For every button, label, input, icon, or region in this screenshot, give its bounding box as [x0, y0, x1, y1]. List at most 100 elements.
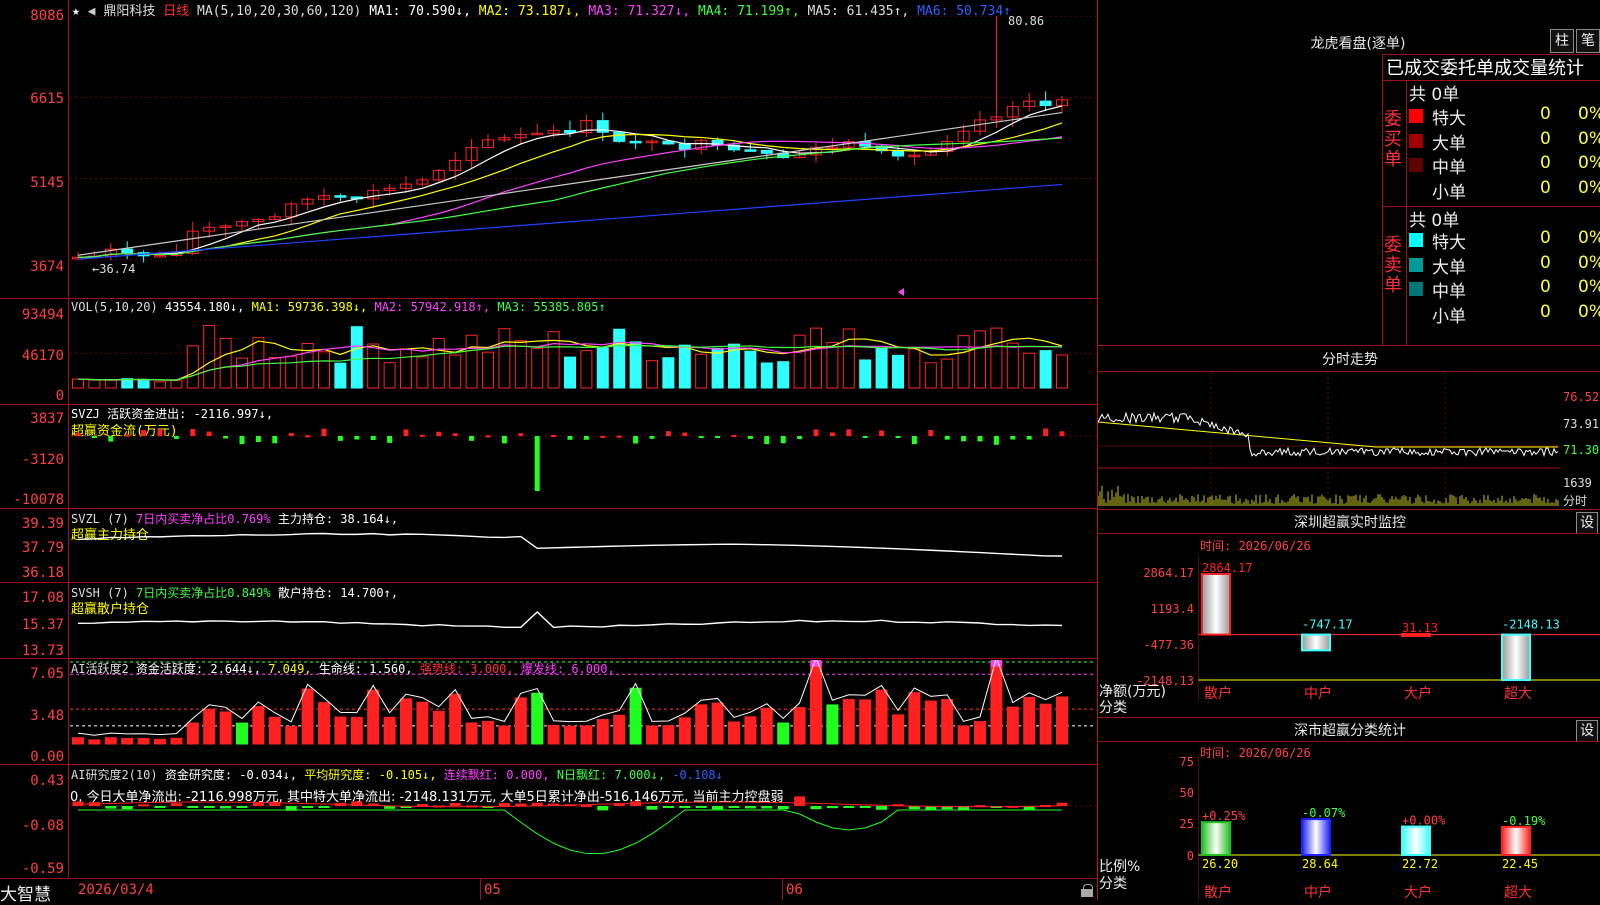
sz-stats-title: 深市超赢分类统计: [1294, 723, 1406, 739]
axis-divider: [68, 0, 69, 878]
active-bar: [252, 706, 265, 745]
color-swatch: [1409, 158, 1423, 172]
active-bar: [285, 725, 298, 745]
candle-body: [678, 143, 691, 150]
candle-body: [613, 131, 626, 142]
intraday-chart[interactable]: [1098, 372, 1560, 507]
bar-mode-button[interactable]: 柱: [1550, 29, 1574, 53]
active-bar: [400, 698, 412, 745]
vol-ma: MA3: 55385.805↑: [497, 300, 606, 314]
panel-divider: [1098, 717, 1600, 718]
research-bar: [203, 806, 215, 808]
brand-logo: 大智慧: [0, 885, 51, 905]
sz-stats-tick: 25: [1179, 817, 1194, 831]
active-bar: [662, 725, 675, 745]
svzl-tick: 39.39: [21, 516, 64, 532]
intraday-tick: 73.91: [1563, 417, 1600, 431]
svzj-bar: [993, 436, 999, 445]
price-tick: 6615: [30, 91, 64, 107]
order-size-label: 中单: [1432, 282, 1466, 302]
active-bar: [416, 701, 429, 745]
volume-bar: [744, 350, 757, 389]
svzj-bar: [206, 431, 212, 436]
sz-monitor-tick: 2864.17: [1143, 566, 1194, 580]
volume-bar: [629, 341, 642, 389]
ma6-line: [77, 183, 1063, 260]
volume-bar: [432, 337, 445, 389]
marker-triangle-icon: [898, 288, 904, 296]
volume-bar: [1023, 352, 1036, 389]
ai-active-tick: 0.00: [30, 749, 64, 765]
active-bar: [1023, 696, 1036, 745]
order-percent: 0%: [1578, 252, 1600, 273]
price-tick: 8086: [30, 8, 64, 24]
panel-divider: [1098, 533, 1600, 534]
active-bar: [514, 697, 527, 745]
panel-divider: [1098, 509, 1600, 510]
svzj-bar: [731, 434, 737, 437]
active-bar: [449, 693, 462, 745]
active-bar: [498, 725, 511, 745]
volume-bar: [974, 330, 986, 389]
order-percent: 0%: [1578, 128, 1600, 149]
candle-body: [629, 140, 642, 144]
pane-divider: [0, 764, 1098, 765]
volume-bar: [400, 348, 412, 389]
svsh-chart: [77, 611, 1063, 629]
volume-bar: [383, 362, 396, 389]
volume-bar: [596, 347, 609, 389]
ratio-change-label: +0.25%: [1202, 809, 1246, 823]
sz-monitor-ylabel2: 分类: [1099, 700, 1127, 716]
vol-value: 43554.180↓,: [164, 300, 245, 314]
tick-mode-button[interactable]: 笔: [1576, 29, 1600, 53]
settings-button[interactable]: 设: [1576, 512, 1598, 534]
sell-order-row: 特大 0 0%: [1408, 228, 1600, 253]
active-bar: [432, 710, 445, 745]
svsh-line: [77, 611, 1063, 629]
net-value-label: 2864.17: [1202, 561, 1253, 575]
svzj-bar: [173, 436, 179, 439]
svzj-bar: [813, 429, 819, 436]
active-bar: [564, 725, 576, 745]
intraday-tick: 1639: [1563, 476, 1592, 490]
candlestick-chart[interactable]: [70, 16, 1096, 296]
settings-button[interactable]: 设: [1576, 720, 1598, 742]
date-divider: [480, 878, 481, 900]
svzj-bar: [665, 431, 671, 436]
research-bar: [105, 806, 117, 809]
active-bar: [892, 714, 904, 745]
category-label: 中户: [1304, 884, 1332, 900]
candle-body: [760, 149, 773, 154]
svzj-bar: [255, 436, 261, 442]
category-label: 大户: [1404, 685, 1432, 701]
chart-area[interactable]: 8086 6615 5145 3674 ★ ◀ 鼎阳科技 日线 MA(5,10,…: [0, 0, 1098, 905]
active-bar: [924, 700, 937, 745]
category-label: 散户: [1204, 685, 1232, 701]
svzj-bar: [321, 428, 327, 436]
category-label: 超大: [1504, 885, 1532, 900]
intraday-price-line: [1098, 411, 1559, 458]
order-percent: 0%: [1578, 104, 1600, 124]
volume-bar: [859, 359, 872, 389]
lhb-subtitle: 已成交委托单成交量统计: [1386, 58, 1584, 79]
research-bar: [72, 801, 84, 806]
ai-research-chart: [70, 796, 1096, 855]
active-bar: [531, 692, 544, 745]
vol-ma: MA1: 59736.398↓,: [251, 300, 368, 314]
order-size-label: 中单: [1432, 158, 1466, 178]
volume-bar: [777, 361, 790, 389]
category-label: 超大: [1504, 686, 1532, 701]
active-bar: [170, 737, 183, 745]
ratio-bar: [1301, 818, 1331, 856]
vol-tick: 0: [55, 388, 64, 404]
active-bar: [646, 725, 658, 745]
volume-chart: [70, 324, 1096, 389]
svzj-chart: [70, 428, 1096, 491]
volume-bar: [88, 379, 101, 389]
svzj-bar: [551, 434, 557, 437]
net-value-label: 31.13: [1402, 621, 1438, 635]
svzj-bar: [354, 436, 360, 440]
sz-stats-ylabel2: 分类: [1099, 876, 1127, 892]
research-bar: [761, 806, 773, 809]
svzj-bar: [698, 436, 704, 438]
